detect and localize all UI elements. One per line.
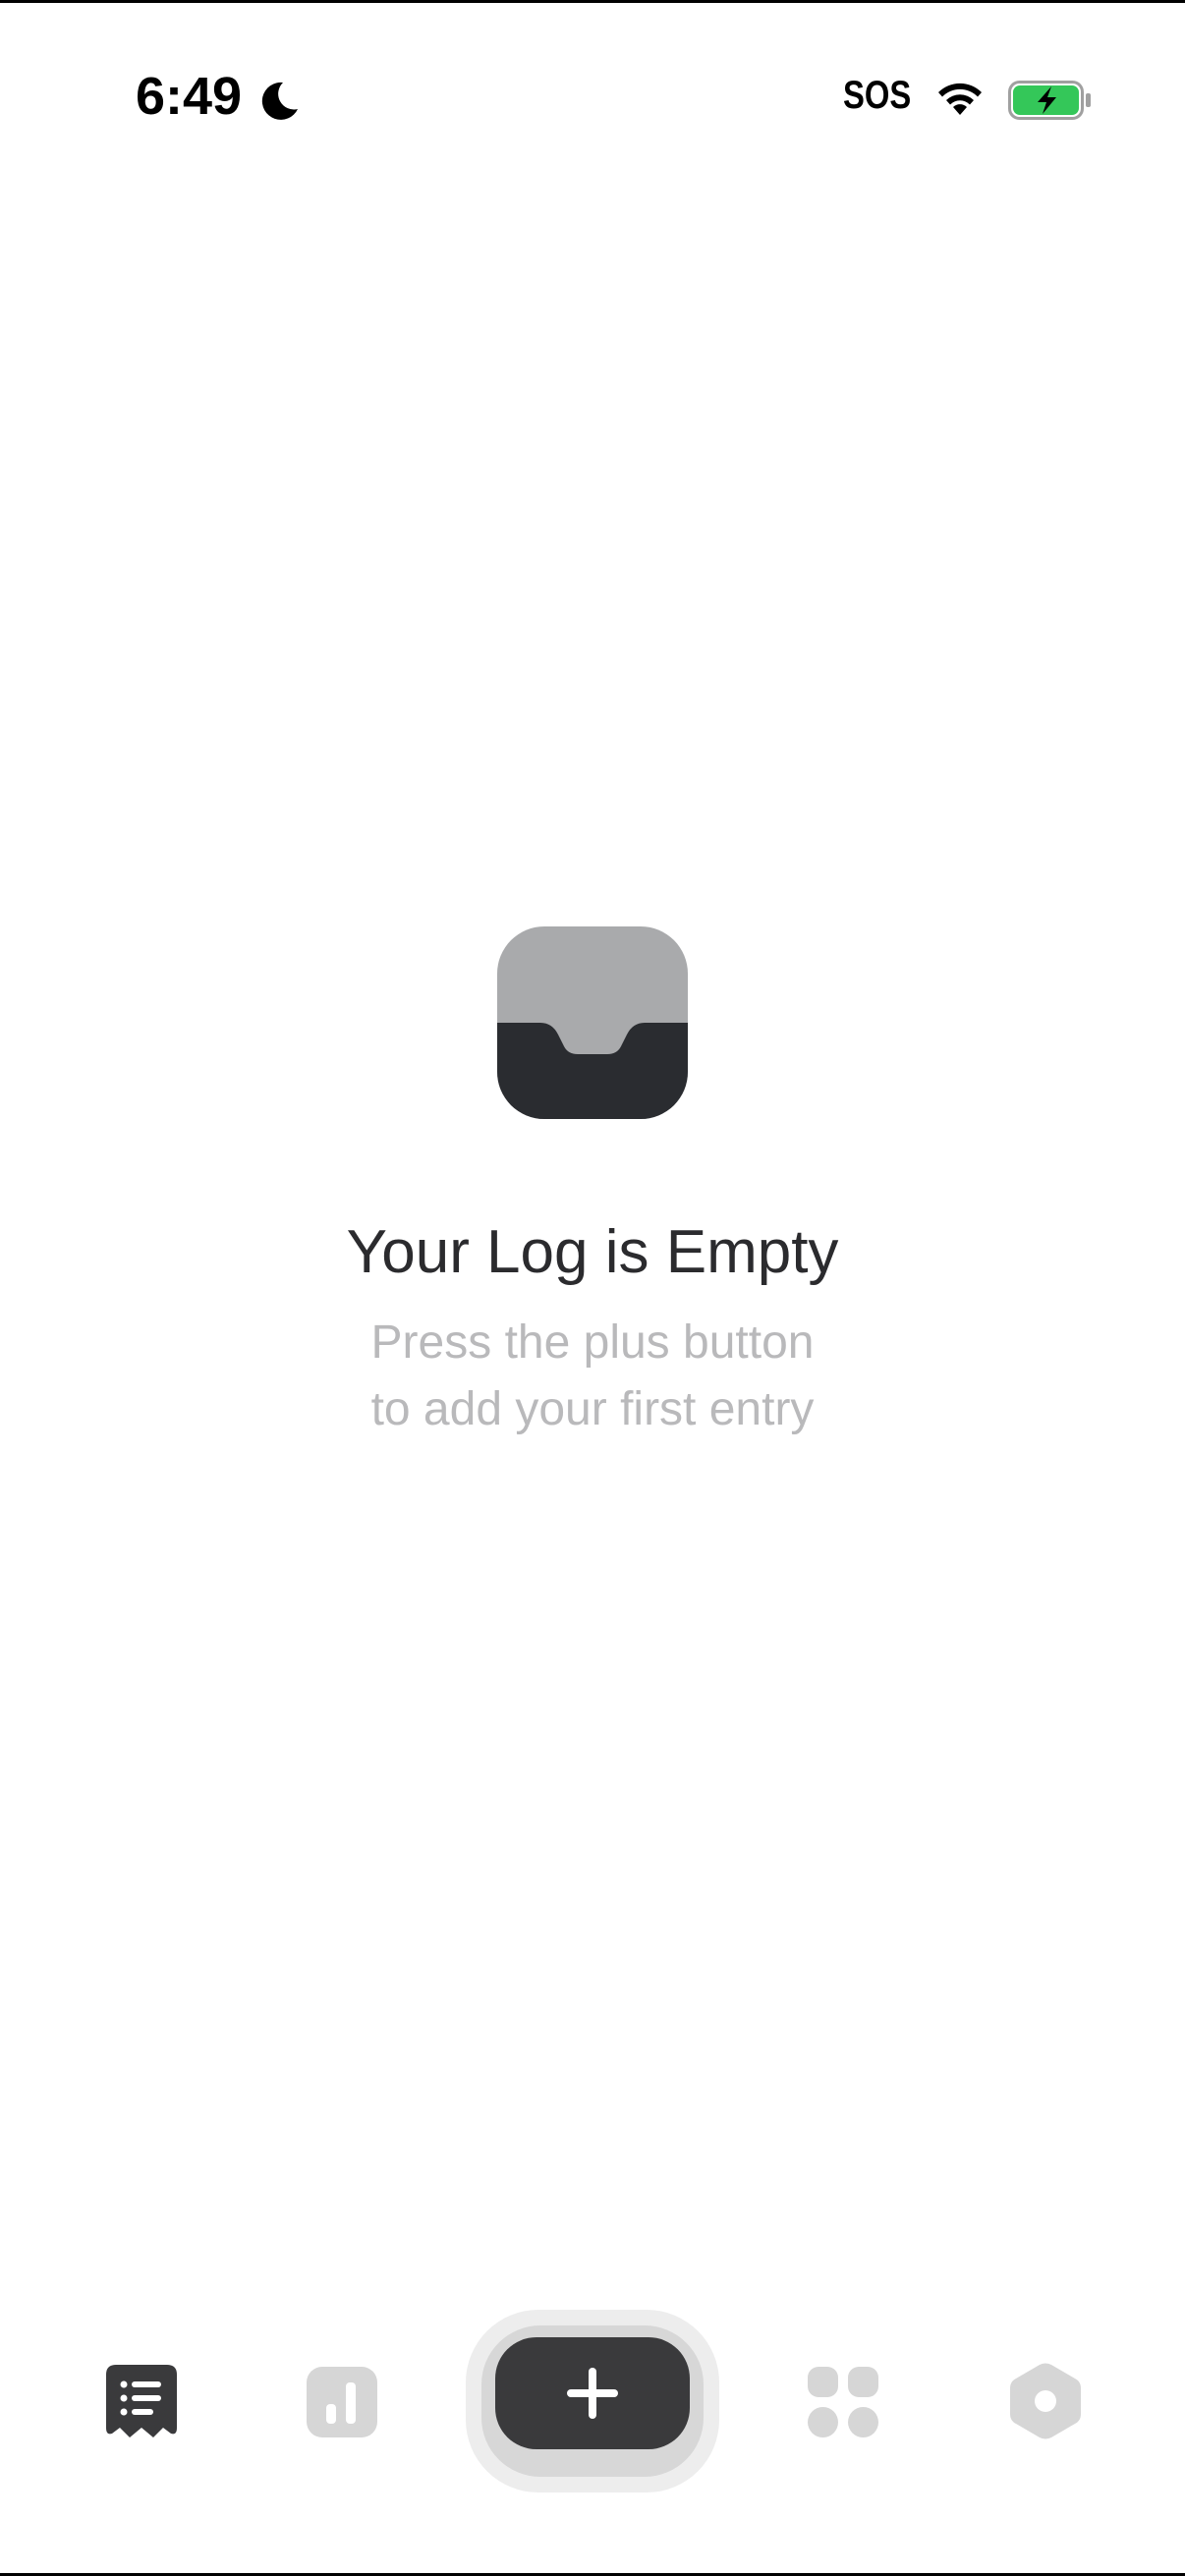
chart-icon xyxy=(307,2367,377,2437)
screen: 6:49 SOS Your Log is Empty Press the plu… xyxy=(0,0,1185,2576)
log-icon xyxy=(106,2365,177,2437)
battery-charging-icon xyxy=(1008,81,1091,120)
empty-title: Your Log is Empty xyxy=(346,1218,839,1286)
inbox-icon xyxy=(497,926,688,1119)
tab-bar xyxy=(0,2302,1185,2498)
tab-log[interactable] xyxy=(106,2365,177,2439)
add-button-ring xyxy=(466,2310,719,2492)
status-time: 6:49 xyxy=(136,67,243,126)
add-entry-button[interactable] xyxy=(495,2337,690,2449)
moon-icon xyxy=(261,82,298,120)
status-bar: 6:49 SOS xyxy=(0,3,1185,190)
carrier-sos-label: SOS xyxy=(843,74,912,117)
tab-settings[interactable] xyxy=(1010,2363,1081,2439)
tab-stats[interactable] xyxy=(307,2367,377,2437)
empty-subtitle-line-2: to add your first entry xyxy=(370,1383,815,1435)
hexagon-settings-icon xyxy=(1010,2363,1081,2439)
empty-subtitle: Press the plus button to add your first … xyxy=(0,1310,1185,1443)
tab-grid[interactable] xyxy=(808,2367,878,2437)
grid-icon xyxy=(808,2367,878,2437)
plus-icon xyxy=(567,2368,618,2419)
empty-subtitle-line-1: Press the plus button xyxy=(370,1316,815,1369)
wifi-icon xyxy=(938,83,982,115)
